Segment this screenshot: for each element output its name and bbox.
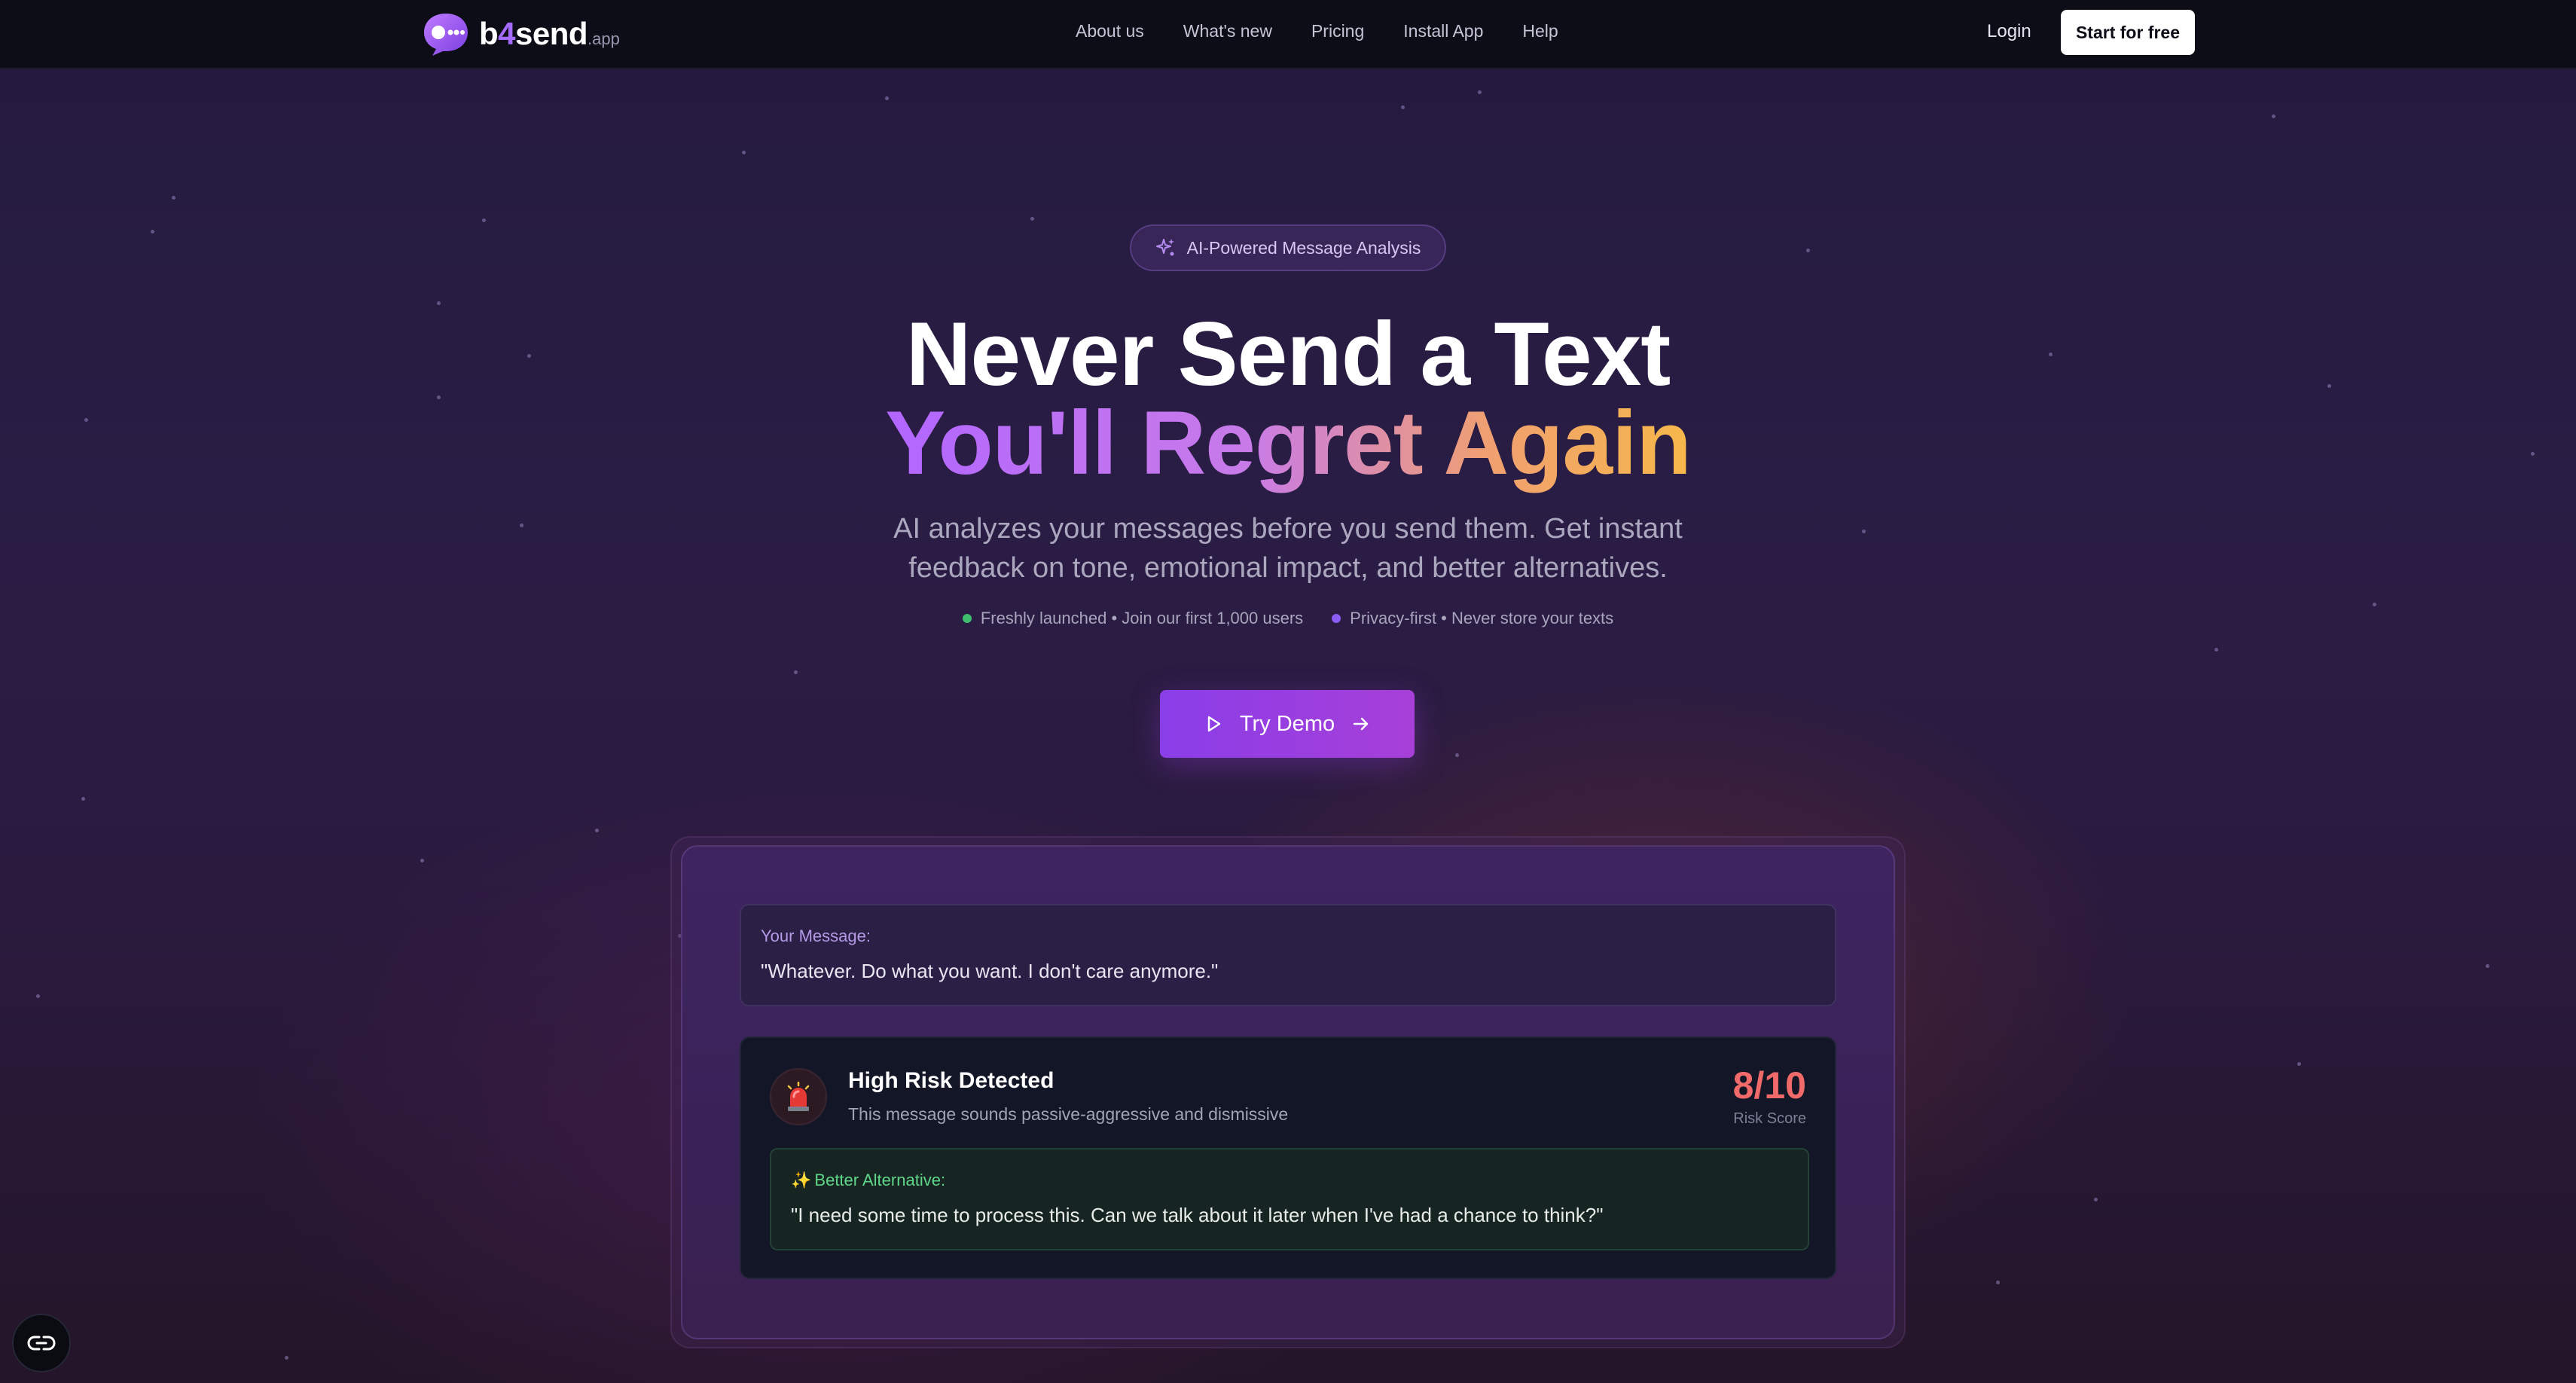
star: [2373, 603, 2376, 606]
hero-subtitle: AI analyzes your messages before you sen…: [893, 513, 1683, 584]
risk-description: This message sounds passive-aggressive a…: [848, 1104, 1289, 1124]
top-nav: b4send.app About us What's new Pricing I…: [0, 0, 2576, 69]
star: [151, 230, 154, 234]
risk-title: High Risk Detected: [848, 1068, 1055, 1093]
message-text: "Whatever. Do what you want. I don't car…: [761, 960, 1219, 982]
star: [2094, 1198, 2098, 1201]
nav-link-about-us[interactable]: About us: [1076, 21, 1144, 41]
star: [1455, 753, 1459, 757]
status-dot-green: [962, 614, 972, 623]
link-icon[interactable]: [12, 1314, 71, 1372]
star: [2272, 114, 2275, 118]
star: [794, 670, 798, 674]
star: [420, 859, 424, 862]
siren-icon: [770, 1068, 827, 1125]
play-icon: [1207, 716, 1221, 732]
hero-title-line2: You'll Regret Again: [885, 392, 1692, 493]
nav-link-help[interactable]: Help: [1522, 21, 1558, 41]
feature-privacy: Privacy-first • Never store your texts: [1332, 609, 1613, 628]
arrow-right-icon: [1353, 717, 1369, 731]
star: [885, 96, 889, 100]
chat-bubble-icon: [422, 11, 470, 57]
logo[interactable]: b4send.app: [422, 11, 620, 57]
star: [1030, 217, 1034, 221]
better-alternative-label: ✨ Better Alternative:: [791, 1171, 946, 1189]
feature-launch: Freshly launched • Join our first 1,000 …: [962, 609, 1303, 628]
star: [36, 994, 40, 998]
logo-text: b4send.app: [479, 16, 620, 51]
better-alternative-text: "I need some time to process this. Can w…: [791, 1204, 1604, 1226]
star: [2214, 648, 2218, 652]
star: [2297, 1062, 2301, 1066]
message-label: Your Message:: [761, 927, 871, 945]
risk-analysis-box: High Risk Detected This message sounds p…: [740, 1036, 1836, 1279]
nav-link-install-app[interactable]: Install App: [1403, 21, 1483, 41]
star: [285, 1356, 288, 1360]
risk-score-label: Risk Score: [1733, 1110, 1806, 1127]
star: [2486, 964, 2489, 968]
star: [742, 151, 746, 154]
badge-text: AI-Powered Message Analysis: [1186, 237, 1421, 258]
message-box: Your Message: "Whatever. Do what you wan…: [740, 904, 1836, 1006]
star: [520, 524, 523, 527]
login-link[interactable]: Login: [1987, 21, 2031, 42]
better-alternative-box: ✨ Better Alternative: "I need some time t…: [770, 1148, 1809, 1250]
star: [1401, 105, 1405, 109]
start-for-free-button[interactable]: Start for free: [2061, 10, 2195, 55]
ai-badge: AI-Powered Message Analysis: [1130, 224, 1446, 271]
star: [81, 797, 85, 801]
sparkles-icon: [1155, 239, 1174, 256]
star: [1478, 90, 1482, 94]
sparkle-icon: ✨: [791, 1171, 812, 1189]
nav-links: About us What's new Pricing Install App …: [1076, 21, 1558, 41]
nav-link-pricing[interactable]: Pricing: [1311, 21, 1364, 41]
try-demo-button[interactable]: Try Demo: [1160, 690, 1415, 758]
star: [1996, 1281, 2000, 1284]
star: [1806, 249, 1810, 252]
star: [595, 829, 599, 832]
star: [172, 196, 175, 200]
status-dot-purple: [1332, 614, 1341, 623]
star: [1862, 530, 1866, 533]
risk-score: 8/10: [1732, 1064, 1806, 1107]
nav-link-whats-new[interactable]: What's new: [1183, 21, 1272, 41]
hero-features: Freshly launched • Join our first 1,000 …: [0, 609, 2576, 628]
star: [482, 218, 486, 222]
